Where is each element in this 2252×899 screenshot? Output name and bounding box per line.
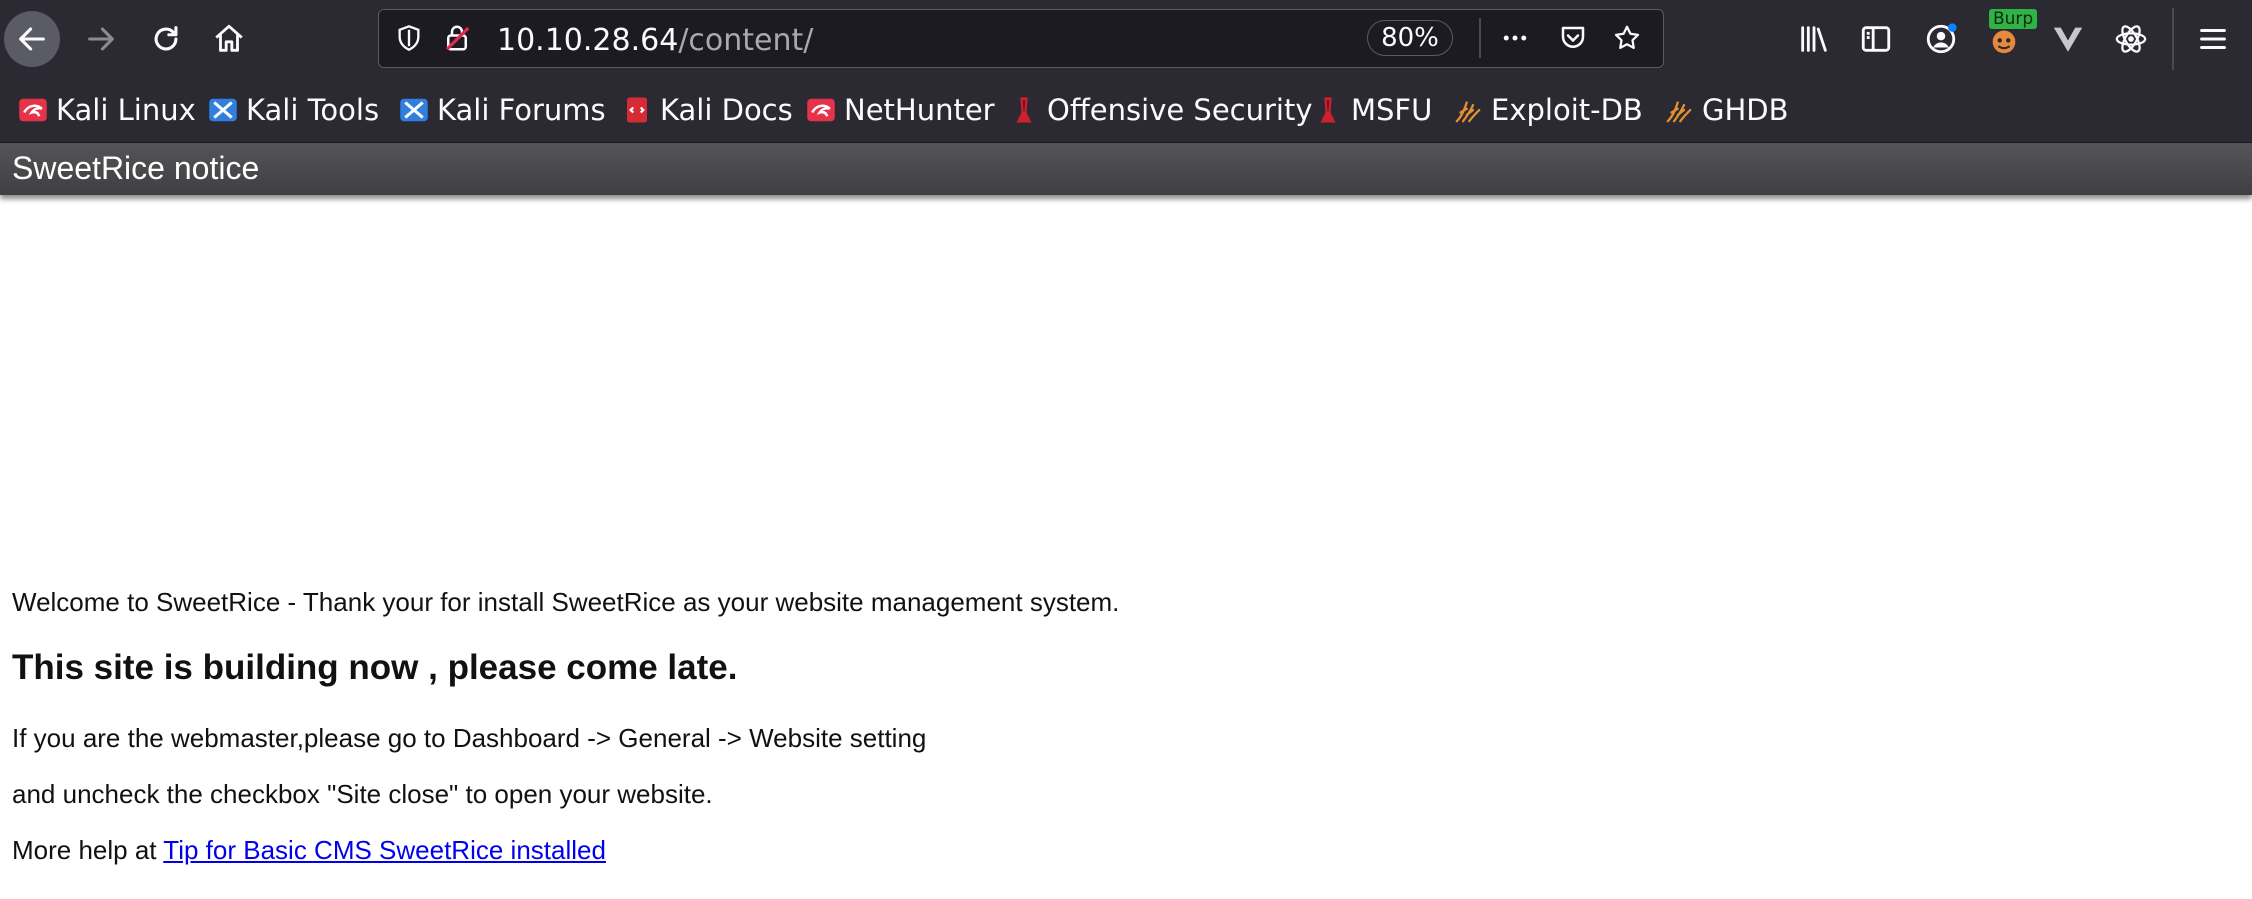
bookmark-label: Kali Linux <box>56 93 196 127</box>
zoom-level-button[interactable]: 80% <box>1367 20 1453 56</box>
help-link[interactable]: Tip for Basic CMS SweetRice installed <box>163 835 606 865</box>
bookmark-label: Offensive Security <box>1047 93 1313 127</box>
reload-button[interactable] <box>138 11 194 67</box>
bookmark-ghdb[interactable]: GHDB <box>1664 92 1789 128</box>
pocket-icon[interactable] <box>1557 22 1589 54</box>
bookmark-msfu[interactable]: MSFU <box>1313 92 1432 128</box>
offsec-icon <box>1009 95 1039 125</box>
bookmark-kali-docs[interactable]: Kali Docs <box>622 92 793 128</box>
shield-icon[interactable] <box>393 22 425 54</box>
vue-devtools-icon[interactable] <box>2047 18 2089 60</box>
browser-toolbar: 10.10.28.64/content/ 80% Burp <box>0 0 2252 78</box>
url-host: 10.10.28.64 <box>497 23 679 58</box>
building-heading: This site is building now , please come … <box>12 648 738 687</box>
menu-icon[interactable] <box>2192 18 2234 60</box>
bookmark-label: NetHunter <box>844 93 995 127</box>
help-line: More help at Tip for Basic CMS SweetRice… <box>12 835 606 866</box>
bookmark-label: Kali Forums <box>437 93 606 127</box>
forward-button[interactable] <box>73 11 129 67</box>
arrow-right-icon <box>88 27 114 51</box>
bookmark-kali-forums[interactable]: Kali Forums <box>399 92 606 128</box>
notice-header: SweetRice notice <box>0 143 2252 195</box>
arrow-left-icon <box>19 27 45 51</box>
kali-forums-icon <box>399 95 429 125</box>
kali-docs-icon <box>622 95 652 125</box>
react-devtools-icon[interactable] <box>2110 18 2152 60</box>
bookmark-label: Kali Tools <box>246 93 380 127</box>
bookmark-offensive-security[interactable]: Offensive Security <box>1009 92 1313 128</box>
home-icon <box>215 24 243 52</box>
uncheck-instructions: and uncheck the checkbox "Site close" to… <box>12 779 713 809</box>
bookmark-label: MSFU <box>1351 93 1433 127</box>
insecure-lock-icon[interactable] <box>441 22 473 54</box>
urlbar-divider <box>1479 18 1481 58</box>
home-button[interactable] <box>201 11 257 67</box>
toolbar-divider <box>2172 8 2174 70</box>
address-bar[interactable]: 10.10.28.64/content/ 80% <box>378 9 1664 68</box>
exploit-db-icon <box>1453 95 1483 125</box>
bookmark-kali-tools[interactable]: Kali Tools <box>208 92 379 128</box>
offsec-icon <box>1313 95 1343 125</box>
help-prefix: More help at <box>12 835 157 865</box>
bookmark-label: Exploit-DB <box>1491 93 1643 127</box>
bookmark-exploit-db[interactable]: Exploit-DB <box>1453 92 1643 128</box>
url-text[interactable]: 10.10.28.64/content/ <box>497 23 813 58</box>
kali-tools-icon <box>208 95 238 125</box>
welcome-text: Welcome to SweetRice - Thank your for in… <box>12 587 1120 617</box>
bookmark-label: Kali Docs <box>660 93 793 127</box>
account-icon[interactable] <box>1920 18 1962 60</box>
bookmark-nethunter[interactable]: NetHunter <box>806 92 995 128</box>
bookmark-label: GHDB <box>1702 93 1789 127</box>
bookmarks-bar: Kali Linux Kali Tools Kali Forums Kali D… <box>0 78 2252 143</box>
library-icon[interactable] <box>1793 18 1835 60</box>
bookmark-kali-linux[interactable]: Kali Linux <box>18 92 196 128</box>
bookmark-star-icon[interactable] <box>1611 22 1643 54</box>
exploit-db-icon <box>1664 95 1694 125</box>
burp-badge: Burp <box>1989 9 2038 29</box>
back-button[interactable] <box>4 11 60 67</box>
url-path: /content/ <box>678 23 814 58</box>
reload-icon <box>154 26 178 51</box>
sidebar-icon[interactable] <box>1855 18 1897 60</box>
page-title: SweetRice notice <box>12 150 260 186</box>
page-actions-icon[interactable] <box>1499 22 1531 54</box>
kali-dragon-icon <box>18 95 48 125</box>
webmaster-instructions: If you are the webmaster,please go to Da… <box>12 723 927 753</box>
kali-dragon-icon <box>806 95 836 125</box>
